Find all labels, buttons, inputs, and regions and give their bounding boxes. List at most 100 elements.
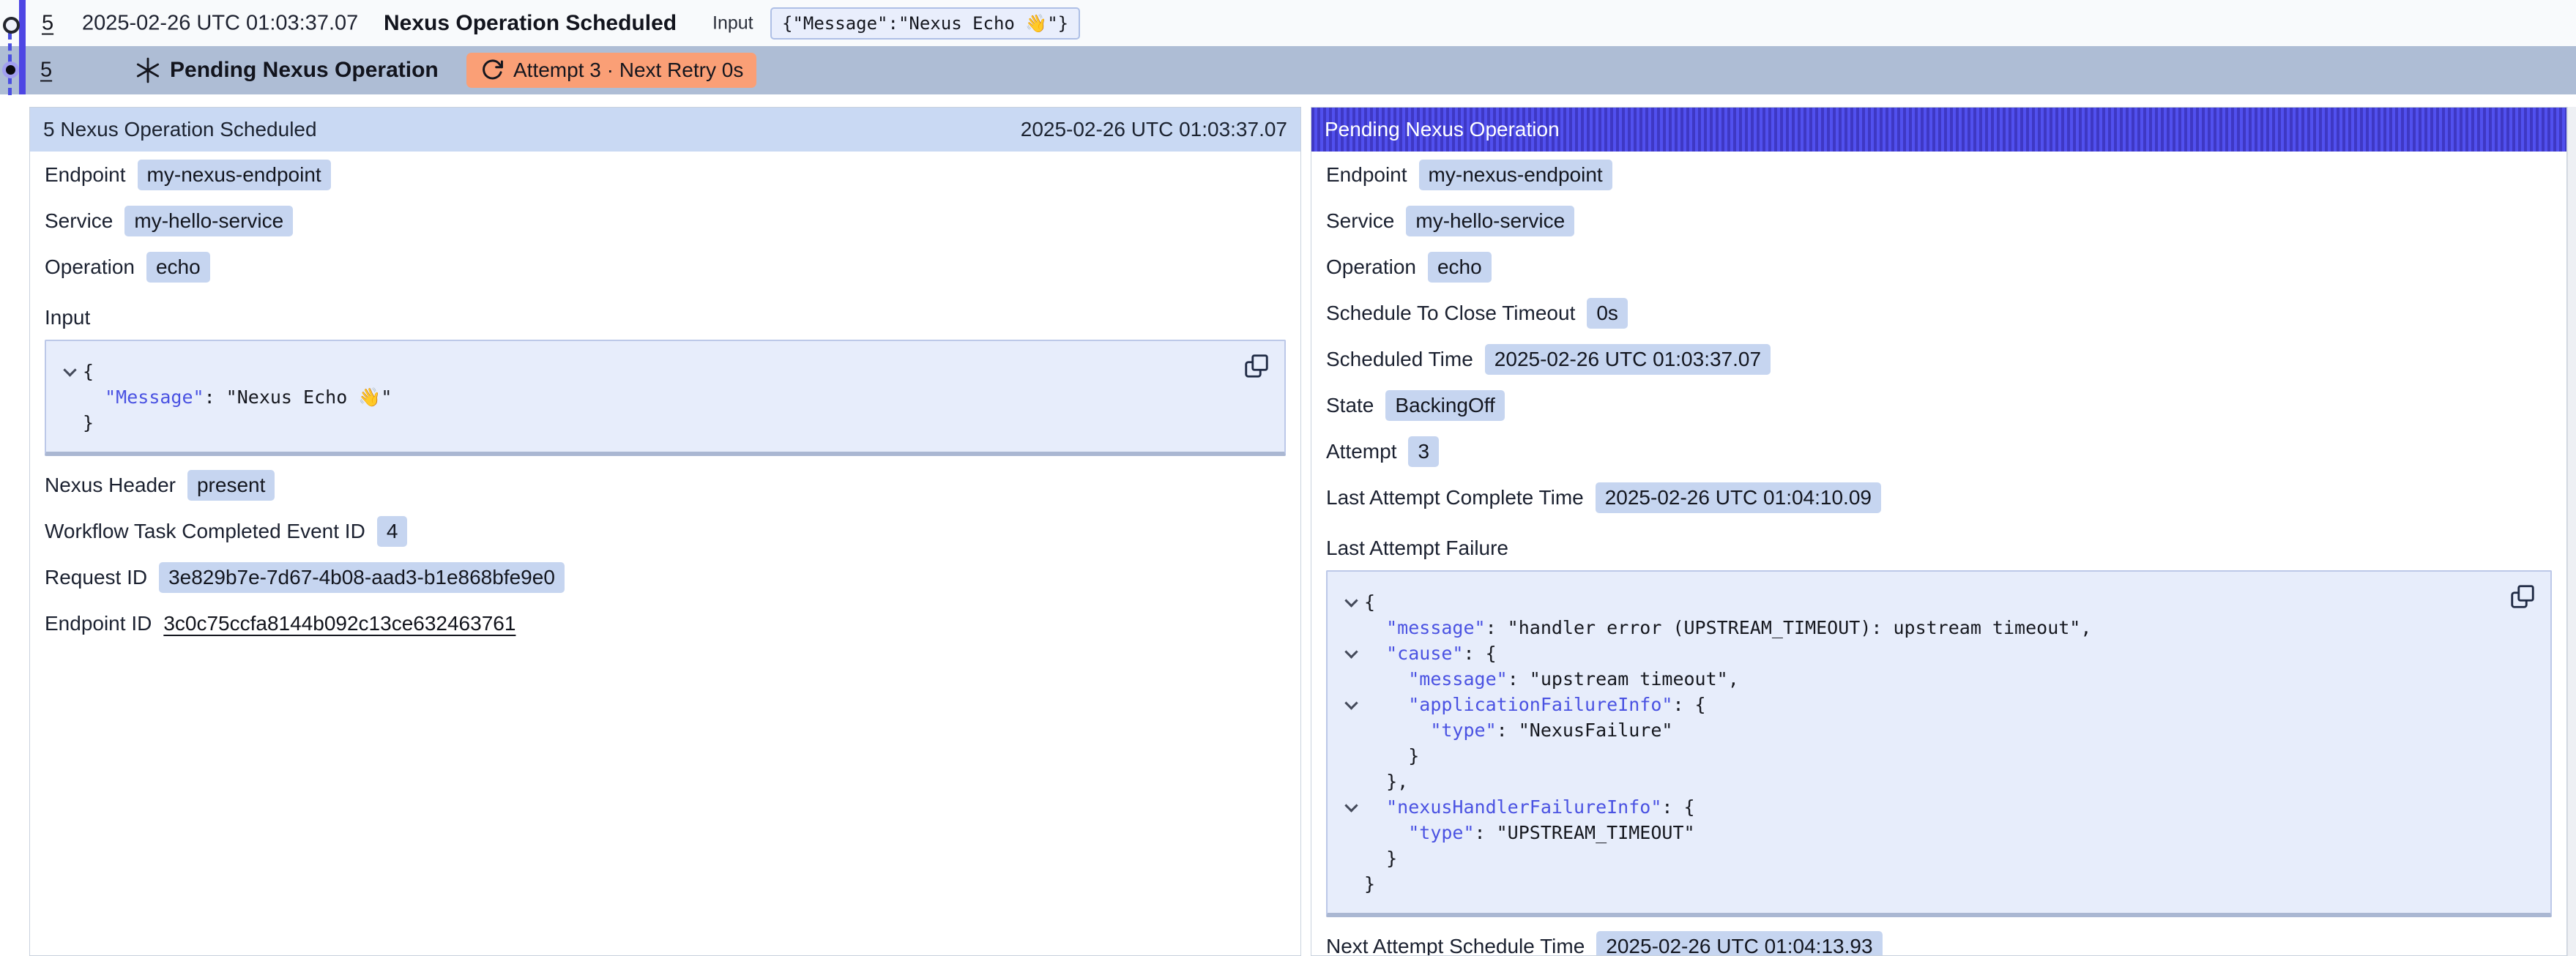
failure-code-block: { "message": "handler error (UPSTREAM_TI… [1326, 570, 2552, 917]
field-value-badge: 2025-02-26 UTC 01:03:37.07 [1485, 344, 1771, 375]
vertical-scrollbar[interactable] [2567, 107, 2576, 956]
field-row-next-attempt-schedule-time: Next Attempt Schedule Time 2025-02-26 UTC… [1326, 923, 2552, 956]
field-label: State [1326, 394, 1374, 417]
field-value-link[interactable]: 3c0c75ccfa8144b092c13ce632463761 [163, 612, 515, 635]
code-line: "type": "UPSTREAM_TIMEOUT" [1338, 820, 2536, 845]
copy-icon[interactable] [1243, 353, 1270, 379]
field-row-scheduled-time: Scheduled Time 2025-02-26 UTC 01:03:37.07 [1326, 336, 2552, 382]
failure-json: { "message": "handler error (UPSTREAM_TI… [1338, 589, 2536, 897]
code-line: "type": "NexusFailure" [1338, 717, 2536, 743]
field-value-badge: 0s [1587, 298, 1628, 329]
code-gutter [1338, 615, 1364, 641]
code-line: }, [1338, 769, 2536, 794]
field-row-endpoint: Endpointmy-nexus-endpoint [45, 152, 1286, 198]
collapse-chevron-icon[interactable] [1338, 692, 1364, 717]
field-label: Attempt [1326, 440, 1396, 463]
field-label: Scheduled Time [1326, 348, 1473, 371]
failure-section-label: Last Attempt Failure [1326, 520, 2552, 567]
code-gutter [1338, 845, 1364, 871]
pending-row-nexus-operation[interactable]: 5 Pending Nexus Operation Attempt 3 · Ne… [0, 46, 2576, 94]
event-row-nexus-operation-scheduled[interactable]: 5 2025-02-26 UTC 01:03:37.07 Nexus Opera… [0, 0, 2576, 46]
panel-nexus-operation-scheduled: 5 Nexus Operation Scheduled 2025-02-26 U… [29, 107, 1301, 956]
code-line: "applicationFailureInfo": { [1338, 692, 2536, 717]
code-text: { [83, 359, 94, 384]
code-text: } [1364, 743, 1419, 769]
code-text: "Message": "Nexus Echo 👋" [83, 384, 392, 410]
event-input-label: Input [712, 12, 753, 34]
field-value-badge: echo [1428, 252, 1492, 283]
retry-badge-label: Attempt 3 · Next Retry 0s [513, 59, 743, 82]
code-text: } [1364, 871, 1375, 897]
code-line: "nexusHandlerFailureInfo": { [1338, 794, 2536, 820]
field-label: Nexus Header [45, 474, 176, 497]
code-line: } [1338, 871, 2536, 897]
field-row-endpoint-id: Endpoint ID 3c0c75ccfa8144b092c13ce632463… [45, 600, 1286, 646]
field-label: Schedule To Close Timeout [1326, 302, 1575, 325]
code-text: "message": "upstream timeout", [1364, 666, 1739, 692]
collapse-chevron-icon[interactable] [1338, 641, 1364, 666]
field-label: Request ID [45, 566, 147, 589]
copy-icon[interactable] [2509, 583, 2536, 610]
code-gutter [1338, 769, 1364, 794]
input-section-label: Input [45, 290, 1286, 337]
timeline-pending-dot-icon[interactable] [2, 61, 19, 78]
code-line: "Message": "Nexus Echo 👋" [56, 384, 1270, 410]
field-row-workflow-task-completed-event-id: Workflow Task Completed Event ID4 [45, 508, 1286, 554]
code-gutter [1338, 820, 1364, 845]
field-label: Endpoint ID [45, 612, 152, 635]
field-value-badge: my-hello-service [1406, 206, 1574, 236]
field-label: Service [45, 209, 113, 233]
code-line: } [56, 410, 1270, 436]
retry-icon [480, 58, 505, 83]
event-id-link[interactable]: 5 [42, 11, 53, 35]
left-panel-timestamp: 2025-02-26 UTC 01:03:37.07 [1021, 118, 1287, 141]
code-gutter [1338, 666, 1364, 692]
code-text: "type": "UPSTREAM_TIMEOUT" [1364, 820, 1695, 845]
field-row-service: Service my-hello-service [1326, 198, 2552, 244]
field-label: Operation [1326, 255, 1416, 279]
field-value-badge: my-nexus-endpoint [138, 160, 331, 190]
collapse-chevron-icon[interactable] [56, 359, 83, 384]
timeline-event-circle-icon[interactable] [3, 17, 20, 34]
field-row-schedule-to-close-timeout: Schedule To Close Timeout 0s [1326, 290, 2552, 336]
right-panel-fields: Endpointmy-nexus-endpointServicemy-hello… [1326, 152, 2552, 520]
field-value-badge: present [187, 470, 275, 501]
left-panel-body: Endpointmy-nexus-endpointServicemy-hello… [30, 152, 1300, 646]
field-row-nexus-header: Nexus Header present [45, 462, 1286, 508]
field-row-operation: Operationecho [45, 244, 1286, 290]
field-label: Last Attempt Complete Time [1326, 486, 1584, 509]
input-json: { "Message": "Nexus Echo 👋"} [56, 359, 1270, 436]
field-row-request-id: Request ID 3e829b7e-7d67-4b08-aad3-b1e868… [45, 554, 1286, 600]
field-row-last-attempt-complete-time: Last Attempt Complete Time2025-02-26 UTC… [1326, 474, 2552, 520]
field-row-attempt: Attempt3 [1326, 428, 2552, 474]
field-value-badge: 2025-02-26 UTC 01:04:13.93 [1596, 931, 1882, 956]
input-code-block: { "Message": "Nexus Echo 👋"} [45, 340, 1286, 456]
pending-title: Pending Nexus Operation [170, 58, 439, 83]
code-text: "nexusHandlerFailureInfo": { [1364, 794, 1695, 820]
code-gutter [1338, 743, 1364, 769]
event-timestamp: 2025-02-26 UTC 01:03:37.07 [82, 11, 358, 35]
right-panel-header: Pending Nexus Operation [1311, 108, 2566, 152]
pending-id-link[interactable]: 5 [40, 59, 52, 83]
code-line: } [1338, 743, 2536, 769]
code-line: { [56, 359, 1270, 384]
field-value-badge: 4 [377, 516, 408, 547]
field-row-operation: Operation echo [1326, 244, 2552, 290]
collapse-chevron-icon[interactable] [1338, 794, 1364, 820]
code-text: }, [1364, 769, 1408, 794]
right-panel-body: Endpointmy-nexus-endpointServicemy-hello… [1311, 152, 2566, 956]
left-panel-fields: Endpointmy-nexus-endpointServicemy-hello… [45, 152, 1286, 290]
code-text: "applicationFailureInfo": { [1364, 692, 1706, 717]
code-line: "cause": { [1338, 641, 2536, 666]
retry-attempt-badge: Attempt 3 · Next Retry 0s [466, 53, 756, 88]
field-label: Service [1326, 209, 1394, 233]
field-label: Next Attempt Schedule Time [1326, 935, 1585, 956]
timeline-active-bar [19, 0, 26, 94]
event-input-chip[interactable]: {"Message":"Nexus Echo 👋"} [770, 7, 1080, 40]
right-panel-fields-2: Next Attempt Schedule Time 2025-02-26 UTC… [1326, 923, 2552, 956]
field-value-badge: 3e829b7e-7d67-4b08-aad3-b1e868bfe9e0 [159, 562, 565, 593]
collapse-chevron-icon[interactable] [1338, 589, 1364, 615]
field-value-badge: my-nexus-endpoint [1419, 160, 1612, 190]
code-line: "message": "upstream timeout", [1338, 666, 2536, 692]
left-panel-fields-2: Nexus Header present Workflow Task Complet… [45, 462, 1286, 646]
